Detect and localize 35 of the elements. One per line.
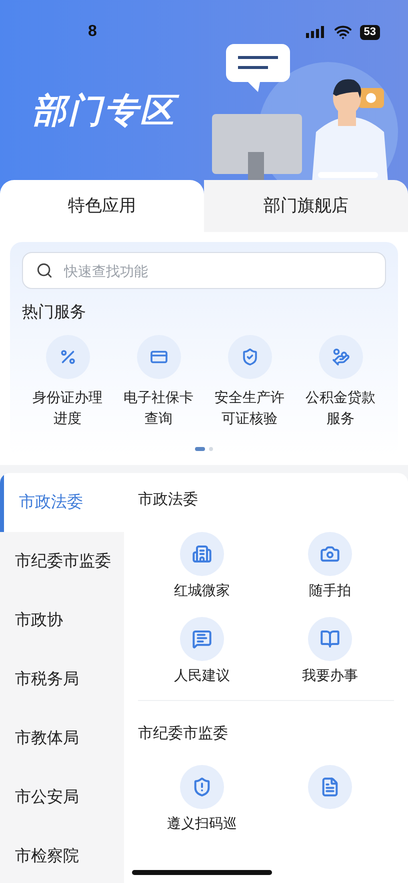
sidebar-item[interactable]: 市政法委 (0, 473, 124, 532)
percent-icon (46, 335, 90, 379)
section-title: 市政法委 (138, 490, 199, 510)
document-icon (308, 765, 352, 809)
service-item[interactable]: 公积金贷款服务 (295, 335, 386, 429)
sidebar-item[interactable]: 市政协 (0, 591, 124, 650)
signal-icon (306, 26, 326, 38)
service-item[interactable]: 电子社保卡查询 (113, 335, 204, 429)
wifi-icon (334, 23, 352, 41)
app-item[interactable]: 遵义扫码巡 (138, 765, 266, 834)
sidebar-item[interactable]: 市纪委市监委 (0, 532, 124, 591)
tab[interactable]: 特色应用 (0, 180, 204, 232)
card-icon (136, 335, 180, 379)
service-item[interactable]: 安全生产许可证核验 (204, 335, 295, 429)
app-item[interactable]: 随手拍 (266, 532, 394, 600)
service-item[interactable]: 身份证办理进度 (22, 335, 113, 429)
section-title: 市纪委市监委 (138, 724, 229, 744)
sidebar-item[interactable]: 市公安局 (0, 768, 124, 827)
shield-icon (180, 765, 224, 809)
building-icon (180, 532, 224, 576)
status-time: 8 (87, 22, 97, 42)
app-item[interactable]: 我要办事 (266, 616, 394, 686)
battery-indicator: 53 (360, 24, 380, 40)
sidebar-item[interactable]: 市教体局 (0, 709, 124, 768)
search-icon (36, 262, 53, 279)
sidebar-item[interactable]: 市检察院 (0, 827, 124, 883)
coin-hand-icon (318, 335, 362, 379)
shield-check-icon (228, 335, 272, 379)
sidebar-item[interactable]: 市税务局 (0, 650, 124, 709)
section-title: 热门服务 (22, 302, 87, 323)
camera-icon (308, 532, 352, 576)
message-icon (180, 616, 224, 660)
app-item[interactable]: 红城微家 (138, 532, 266, 600)
book-icon (308, 616, 352, 660)
app-item[interactable]: 人民建议 (138, 616, 266, 686)
